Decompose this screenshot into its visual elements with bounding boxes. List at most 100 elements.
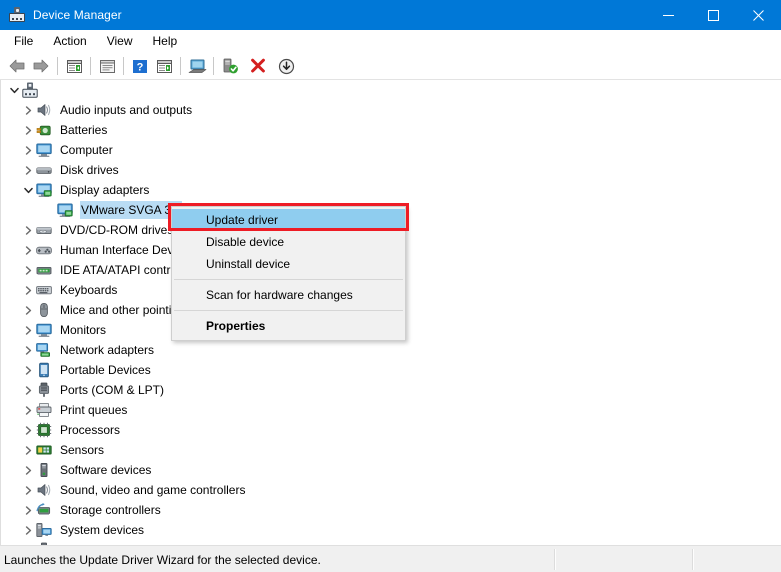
tree-item-sensors[interactable]: Sensors: [1, 440, 781, 460]
tree-item-display-adapters[interactable]: Display adapters: [1, 180, 781, 200]
menu-file[interactable]: File: [5, 31, 42, 52]
speaker-icon: [36, 102, 52, 118]
chevron-right-icon[interactable]: [20, 322, 36, 338]
chevron-right-icon[interactable]: [20, 282, 36, 298]
show-hide-console-tree-button[interactable]: [62, 55, 86, 78]
monitor-icon: [36, 322, 52, 338]
tree-item-software-devices[interactable]: Software devices: [1, 460, 781, 480]
toolbar-separator-2: [90, 57, 91, 75]
tree-item-ports-com-lpt[interactable]: Ports (COM & LPT): [1, 380, 781, 400]
help-button[interactable]: ?: [128, 55, 152, 78]
chevron-right-icon[interactable]: [20, 302, 36, 318]
close-button[interactable]: [736, 0, 781, 30]
show-hide-action-pane-button[interactable]: [152, 55, 176, 78]
scan-for-hardware-changes-button[interactable]: [185, 55, 209, 78]
show-hide-action-pane-icon: [156, 59, 172, 73]
chevron-down-icon[interactable]: [6, 82, 22, 98]
keyboard-icon: [36, 282, 52, 298]
disable-device-button[interactable]: [274, 55, 298, 78]
tree-item-batteries[interactable]: Batteries: [1, 120, 781, 140]
tree-item-label: Storage controllers: [60, 503, 161, 517]
tree-item-disk-drives[interactable]: Disk drives: [1, 160, 781, 180]
tree-item-label: Sound, video and game controllers: [60, 483, 246, 497]
menu-help[interactable]: Help: [144, 31, 187, 52]
update-driver-button[interactable]: [218, 55, 242, 78]
context-menu-item-scan-for-hardware-changes[interactable]: Scan for hardware changes: [172, 284, 405, 306]
tree-item-network-adapters[interactable]: Network adapters: [1, 340, 781, 360]
chevron-right-icon[interactable]: [20, 522, 36, 538]
scan-for-hardware-changes-icon: [188, 59, 206, 73]
back-button[interactable]: [5, 55, 29, 78]
minimize-button[interactable]: [646, 0, 691, 30]
context-menu-separator-1: [174, 279, 403, 280]
status-pane-secondary: [555, 549, 693, 570]
context-menu-separator-2: [174, 310, 403, 311]
tree-item-label: Batteries: [60, 123, 108, 137]
toolbar-separator-4: [180, 57, 181, 75]
tree-item-portable-devices[interactable]: Portable Devices: [1, 360, 781, 380]
tree-item-label: Print queues: [60, 403, 128, 417]
computer-root-icon: [22, 82, 38, 98]
chevron-right-icon[interactable]: [20, 122, 36, 138]
context-menu-item-uninstall-device[interactable]: Uninstall device: [172, 253, 405, 275]
tree-item-print-queues[interactable]: Print queues: [1, 400, 781, 420]
tree-item-label: Monitors: [60, 323, 107, 337]
chevron-right-icon[interactable]: [20, 102, 36, 118]
tree-item-label: Network adapters: [60, 343, 155, 357]
tree-item-audio-inputs-and-outputs[interactable]: Audio inputs and outputs: [1, 100, 781, 120]
menu-action[interactable]: Action: [44, 31, 95, 52]
chevron-down-icon[interactable]: [20, 182, 36, 198]
storage-controller-icon: [36, 502, 52, 518]
context-menu-item-disable-device[interactable]: Disable device: [172, 231, 405, 253]
chevron-right-icon[interactable]: [20, 382, 36, 398]
dvd-drive-icon: [36, 222, 52, 238]
tree-item-label: Display adapters: [60, 183, 150, 197]
chevron-right-icon[interactable]: [20, 482, 36, 498]
chevron-right-icon[interactable]: [20, 222, 36, 238]
chevron-right-icon[interactable]: [20, 462, 36, 478]
maximize-button[interactable]: [691, 0, 736, 30]
printer-icon: [36, 402, 52, 418]
chevron-right-icon[interactable]: [20, 242, 36, 258]
menu-view[interactable]: View: [98, 31, 142, 52]
tree-item-label: System devices: [60, 523, 145, 537]
device-manager-window: Device Manager File Action View Help ? A…: [0, 0, 781, 572]
status-message: Launches the Update Driver Wizard for th…: [4, 552, 321, 567]
forward-button[interactable]: [29, 55, 53, 78]
window-title: Device Manager: [33, 8, 122, 22]
title-bar[interactable]: Device Manager: [0, 0, 781, 30]
tree-item-label: Audio inputs and outputs: [60, 103, 193, 117]
tree-item-system-devices[interactable]: System devices: [1, 520, 781, 540]
update-driver-icon: [223, 58, 238, 74]
uninstall-device-icon: [251, 58, 265, 73]
uninstall-device-button[interactable]: [246, 55, 270, 78]
chevron-right-icon[interactable]: [20, 362, 36, 378]
chevron-right-icon[interactable]: [20, 502, 36, 518]
tree-root-label: [45, 89, 48, 91]
tree-item-label: Processors: [60, 423, 121, 437]
processor-icon: [36, 422, 52, 438]
properties-button[interactable]: [95, 55, 119, 78]
context-menu-item-properties[interactable]: Properties: [172, 315, 405, 337]
context-menu-item-update-driver[interactable]: Update driver: [172, 209, 405, 231]
tree-item-label: Portable Devices: [60, 363, 151, 377]
context-menu[interactable]: Update driver Disable device Uninstall d…: [171, 206, 406, 341]
tree-item-sound-video-and-game-controllers[interactable]: Sound, video and game controllers: [1, 480, 781, 500]
sensor-icon: [36, 442, 52, 458]
software-device-icon: [36, 462, 52, 478]
tree-item-storage-controllers[interactable]: Storage controllers: [1, 500, 781, 520]
tree-item-computer[interactable]: Computer: [1, 140, 781, 160]
toolbar-separator-1: [57, 57, 58, 75]
chevron-right-icon[interactable]: [20, 342, 36, 358]
chevron-right-icon[interactable]: [20, 142, 36, 158]
chevron-right-icon[interactable]: [20, 422, 36, 438]
chevron-right-icon[interactable]: [20, 442, 36, 458]
tree-item-processors[interactable]: Processors: [1, 420, 781, 440]
back-icon: [9, 59, 25, 73]
tree-root-node[interactable]: [1, 80, 781, 100]
chevron-right-icon[interactable]: [20, 262, 36, 278]
chevron-right-icon[interactable]: [20, 402, 36, 418]
chevron-right-icon[interactable]: [20, 162, 36, 178]
tree-item-label: Computer: [60, 143, 113, 157]
